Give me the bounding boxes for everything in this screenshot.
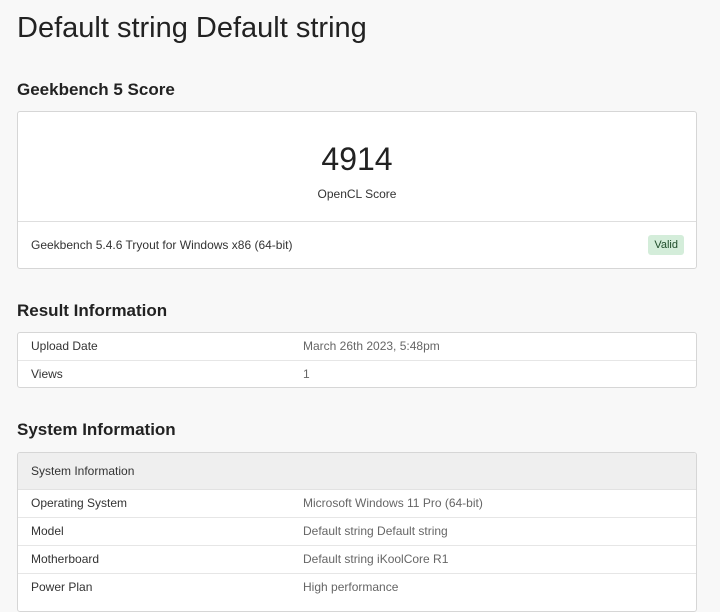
views-value: 1 (303, 367, 310, 381)
os-label: Operating System (31, 496, 128, 510)
table-row: Power Plan High performance (18, 574, 696, 601)
opencl-score-label: OpenCL Score (317, 187, 397, 201)
status-badge: Valid (648, 235, 684, 255)
power-plan-value: High performance (303, 580, 399, 594)
motherboard-value: Default string iKoolCore R1 (303, 552, 449, 566)
power-plan-label: Power Plan (31, 580, 93, 594)
table-row: Model Default string Default string (18, 518, 696, 546)
system-info-table: System Information Operating System Micr… (17, 452, 697, 612)
page-title: Default string Default string (17, 12, 367, 44)
table-row: Operating System Microsoft Windows 11 Pr… (18, 490, 696, 518)
system-section-title: System Information (17, 420, 176, 439)
opencl-score-value: 4914 (321, 141, 393, 177)
system-table-header: System Information (18, 453, 696, 490)
table-row: Motherboard Default string iKoolCore R1 (18, 546, 696, 574)
upload-date-label: Upload Date (31, 339, 98, 353)
geekbench-version: Geekbench 5.4.6 Tryout for Windows x86 (… (31, 238, 293, 252)
model-label: Model (31, 524, 64, 538)
score-card: 4914 OpenCL Score Geekbench 5.4.6 Tryout… (17, 111, 697, 269)
model-value: Default string Default string (303, 524, 448, 538)
os-value: Microsoft Windows 11 Pro (64-bit) (303, 496, 483, 510)
table-row: Views 1 (18, 361, 696, 387)
score-display: 4914 OpenCL Score (18, 112, 696, 222)
table-row: Upload Date March 26th 2023, 5:48pm (18, 333, 696, 361)
result-section-title: Result Information (17, 301, 168, 320)
score-section-title: Geekbench 5 Score (17, 80, 175, 99)
views-label: Views (31, 367, 63, 381)
score-footer: Geekbench 5.4.6 Tryout for Windows x86 (… (18, 222, 696, 268)
motherboard-label: Motherboard (31, 552, 100, 566)
upload-date-value: March 26th 2023, 5:48pm (303, 339, 440, 353)
result-info-table: Upload Date March 26th 2023, 5:48pm View… (17, 332, 697, 388)
